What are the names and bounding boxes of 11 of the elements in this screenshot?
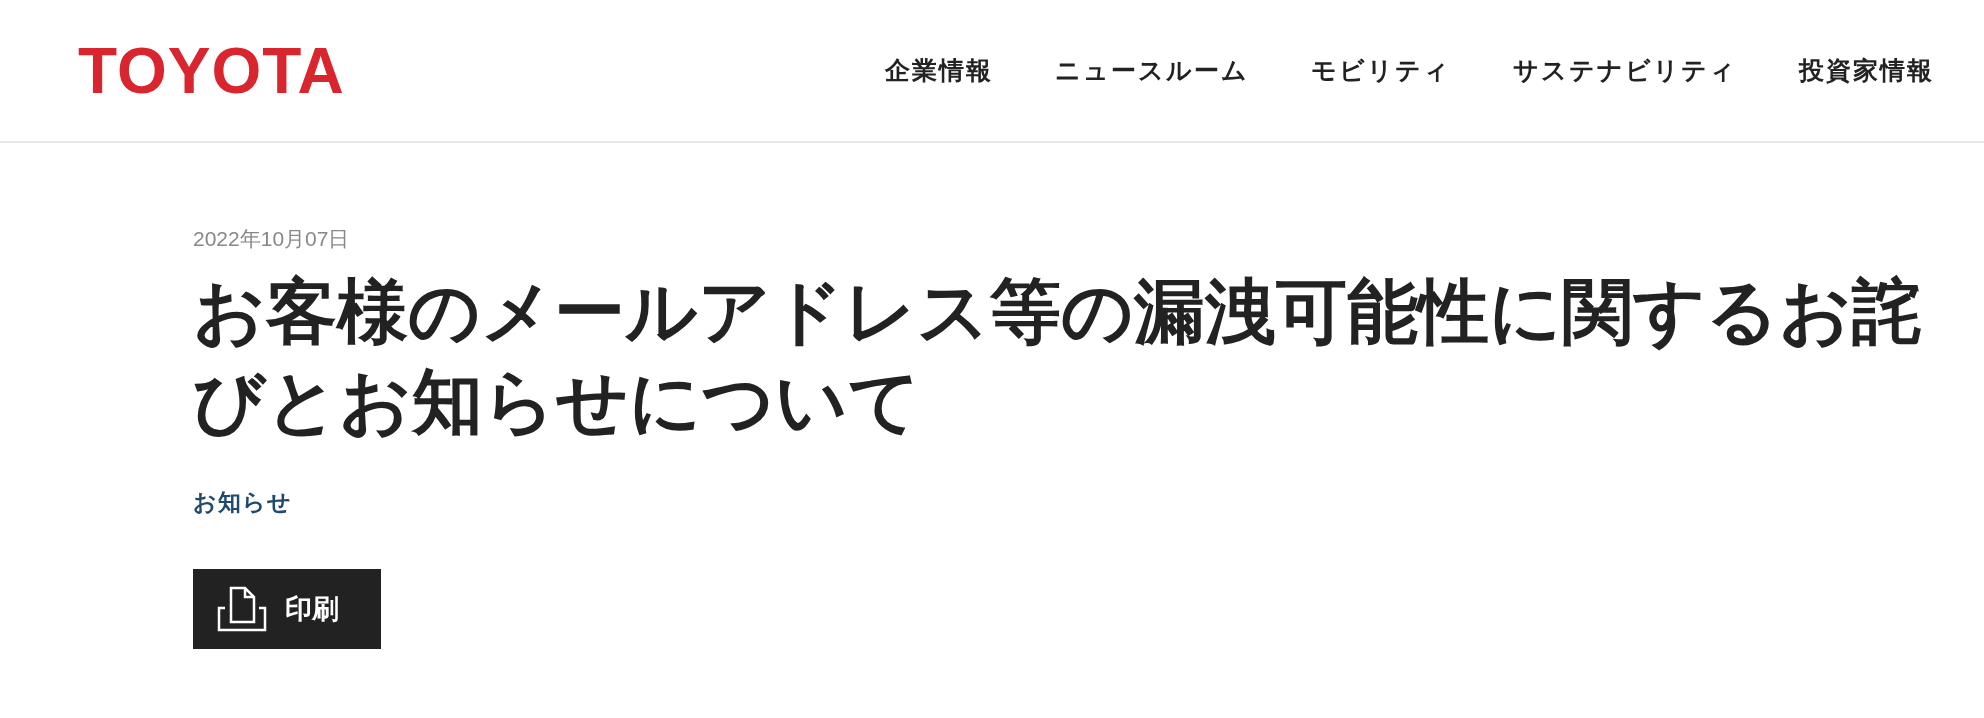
toyota-logo[interactable]: TOYOTA [78,38,345,103]
print-button[interactable]: 印刷 [193,569,381,649]
document-tray-icon [217,586,267,632]
nav-link[interactable]: 企業情報 [885,51,993,90]
article-date: 2022年10月07日 [193,226,351,252]
category-link[interactable]: お知らせ [193,484,292,519]
nav-link[interactable]: モビリティ [1311,51,1451,90]
nav-link[interactable]: サステナビリティ [1513,51,1737,90]
nav-link[interactable]: 投資家情報 [1799,51,1934,90]
article-title: お客様のメールアドレス等の漏洩可能性に関するお詫びとお知らせについて [193,270,1923,443]
nav-link[interactable]: ニュースルーム [1055,51,1249,90]
